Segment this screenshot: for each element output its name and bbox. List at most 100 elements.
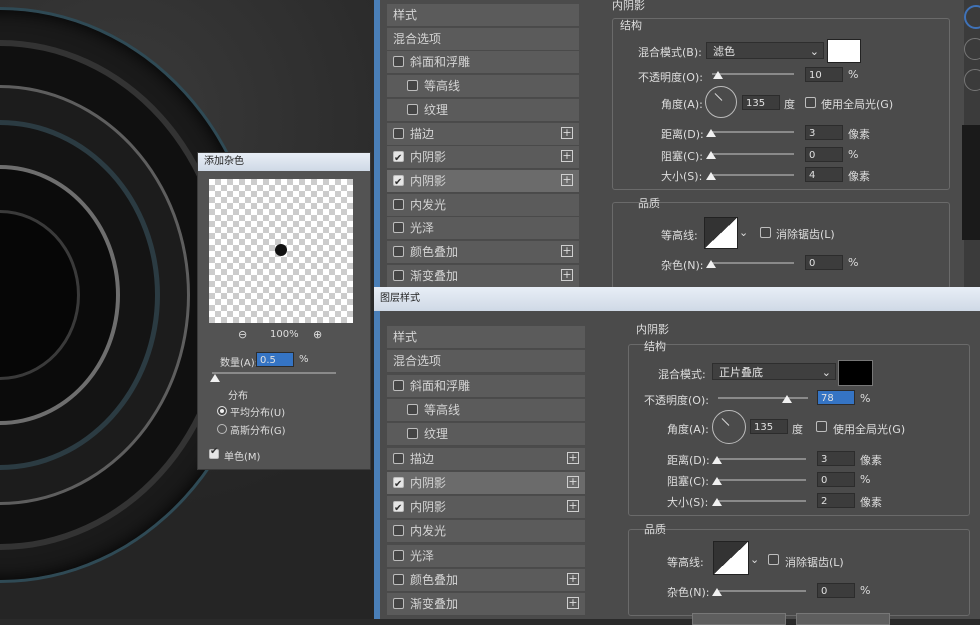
- opacity-slider[interactable]: [712, 73, 794, 75]
- opacity-slider-thumb[interactable]: [782, 395, 792, 403]
- size-input[interactable]: 2: [817, 493, 855, 508]
- add-effect-icon[interactable]: +: [567, 475, 579, 488]
- style-checkbox[interactable]: [407, 103, 418, 115]
- contour-preview[interactable]: [713, 541, 749, 575]
- global-light-checkbox[interactable]: [805, 97, 816, 108]
- choke-slider[interactable]: [710, 153, 794, 155]
- style-checkbox[interactable]: [407, 80, 418, 92]
- blend-mode-select[interactable]: 滤色 ⌄: [706, 42, 824, 59]
- noise-input[interactable]: 0: [805, 255, 843, 270]
- size-slider[interactable]: [710, 174, 794, 176]
- style-list-item[interactable]: 内阴影 +: [387, 169, 579, 194]
- style-list-item[interactable]: 渐变叠加 +: [387, 593, 585, 617]
- uniform-radio[interactable]: [217, 406, 227, 416]
- zoom-in-icon[interactable]: ⊕: [313, 328, 322, 341]
- style-checkbox[interactable]: [393, 148, 404, 170]
- choke-slider-thumb[interactable]: [712, 477, 722, 485]
- noise-preview[interactable]: [209, 179, 353, 323]
- antialias-checkbox[interactable]: [760, 227, 771, 238]
- distance-slider[interactable]: [716, 458, 806, 460]
- noise-slider-thumb[interactable]: [712, 588, 722, 596]
- choke-slider[interactable]: [716, 479, 806, 481]
- style-list-item[interactable]: 等高线: [387, 75, 579, 99]
- style-list-item[interactable]: 描边 +: [387, 122, 579, 146]
- antialias-checkbox[interactable]: [768, 554, 779, 565]
- style-list-item[interactable]: 内阴影 +: [387, 146, 579, 170]
- size-slider[interactable]: [716, 500, 806, 502]
- blend-color-swatch[interactable]: [827, 39, 861, 63]
- choke-input[interactable]: 0: [817, 472, 855, 487]
- footer-button[interactable]: [692, 613, 786, 625]
- size-input[interactable]: 4: [805, 167, 843, 182]
- style-checkbox[interactable]: [393, 269, 404, 281]
- distance-slider[interactable]: [710, 131, 794, 133]
- style-checkbox[interactable]: [393, 574, 404, 585]
- global-light-checkbox[interactable]: [816, 421, 827, 432]
- style-list-item[interactable]: 纹理: [387, 98, 579, 122]
- zoom-out-icon[interactable]: ⊖: [238, 328, 247, 341]
- radio-icon[interactable]: [964, 38, 980, 60]
- distance-slider-thumb[interactable]: [706, 129, 716, 137]
- style-checkbox[interactable]: [393, 56, 404, 68]
- style-list-item[interactable]: 样式: [387, 4, 579, 27]
- style-list-item[interactable]: 斜面和浮雕: [387, 374, 585, 398]
- style-list-item[interactable]: 描边 +: [387, 447, 585, 471]
- size-slider-thumb[interactable]: [706, 172, 716, 180]
- angle-input[interactable]: 135: [750, 419, 788, 434]
- style-list-item[interactable]: 内阴影 +: [387, 471, 585, 496]
- style-list-item[interactable]: 光泽: [387, 217, 579, 241]
- amount-slider[interactable]: [212, 372, 336, 374]
- style-checkbox[interactable]: [393, 379, 404, 391]
- style-checkbox[interactable]: [393, 598, 404, 610]
- noise-input[interactable]: 0: [817, 583, 855, 598]
- style-list-item[interactable]: 等高线: [387, 398, 585, 422]
- distance-slider-thumb[interactable]: [712, 456, 722, 464]
- style-list-item[interactable]: 内发光: [387, 520, 585, 544]
- gaussian-radio[interactable]: [217, 424, 227, 434]
- style-list-item[interactable]: 斜面和浮雕: [387, 51, 579, 75]
- amount-slider-thumb[interactable]: [210, 374, 220, 382]
- opacity-slider-thumb[interactable]: [713, 71, 723, 79]
- style-checkbox[interactable]: [407, 428, 418, 440]
- style-list-item[interactable]: 内阴影 +: [387, 496, 585, 520]
- style-list-item[interactable]: 混合选项: [387, 350, 585, 374]
- style-checkbox[interactable]: [407, 403, 418, 415]
- style-checkbox[interactable]: [393, 474, 404, 496]
- style-checkbox[interactable]: [393, 498, 404, 520]
- add-effect-icon[interactable]: +: [561, 268, 573, 281]
- style-checkbox[interactable]: [393, 222, 404, 234]
- style-checkbox[interactable]: [393, 172, 404, 194]
- style-list-item[interactable]: 纹理: [387, 423, 585, 447]
- radio-icon[interactable]: [964, 69, 980, 91]
- add-effect-icon[interactable]: +: [567, 573, 579, 585]
- blend-mode-select[interactable]: 正片叠底 ⌄: [712, 363, 836, 380]
- add-effect-icon[interactable]: +: [567, 500, 579, 513]
- blend-color-swatch[interactable]: [838, 360, 873, 386]
- opacity-slider[interactable]: [718, 397, 808, 399]
- noise-slider[interactable]: [716, 590, 806, 592]
- radio-icon[interactable]: [964, 5, 980, 29]
- style-checkbox[interactable]: [393, 127, 404, 139]
- add-effect-icon[interactable]: +: [561, 126, 573, 139]
- style-checkbox[interactable]: [393, 246, 404, 257]
- monochrome-checkbox[interactable]: [209, 446, 219, 459]
- style-list-item[interactable]: 颜色叠加 +: [387, 241, 579, 264]
- angle-input[interactable]: 135: [742, 95, 780, 110]
- style-checkbox[interactable]: [393, 525, 404, 537]
- style-list-item[interactable]: 内发光: [387, 193, 579, 217]
- add-effect-icon[interactable]: +: [561, 173, 573, 186]
- style-checkbox[interactable]: [393, 549, 404, 561]
- add-effect-icon[interactable]: +: [567, 451, 579, 464]
- angle-dial[interactable]: [712, 410, 746, 444]
- style-list-item[interactable]: 渐变叠加 +: [387, 264, 579, 288]
- add-effect-icon[interactable]: +: [567, 597, 579, 610]
- add-effect-icon[interactable]: +: [561, 245, 573, 257]
- distance-input[interactable]: 3: [805, 125, 843, 140]
- add-effect-icon[interactable]: +: [561, 150, 573, 163]
- angle-dial[interactable]: [705, 86, 737, 118]
- noise-slider[interactable]: [710, 262, 794, 264]
- choke-input[interactable]: 0: [805, 147, 843, 162]
- size-slider-thumb[interactable]: [712, 498, 722, 506]
- style-list-item[interactable]: 混合选项: [387, 27, 579, 51]
- amount-input[interactable]: 0.5: [256, 352, 294, 367]
